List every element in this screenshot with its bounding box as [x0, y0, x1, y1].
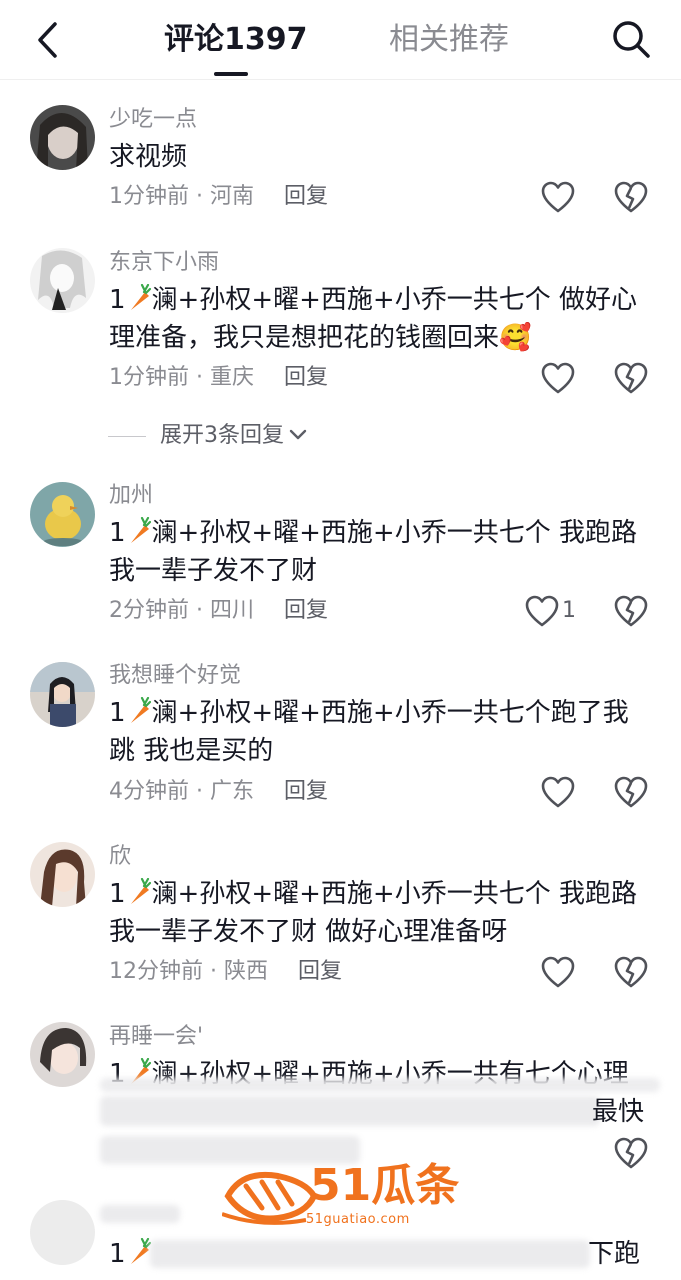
- comment-location: 重庆: [209, 365, 254, 390]
- text-prefix: 1: [109, 698, 126, 728]
- blurred-region: [100, 1205, 180, 1223]
- carrot-emoji-icon: [130, 517, 151, 543]
- heart-icon[interactable]: [540, 181, 576, 215]
- avatar[interactable]: [30, 842, 95, 907]
- avatar[interactable]: [30, 662, 95, 727]
- comment-username[interactable]: 少吃一点: [109, 106, 197, 134]
- broken-heart-icon[interactable]: [613, 181, 649, 215]
- text-prefix: 1: [109, 518, 126, 548]
- blurred-region: [150, 1240, 590, 1268]
- comment-time: 12分钟前: [109, 959, 203, 984]
- heart-icon[interactable]: [524, 595, 560, 629]
- comment-location: 陕西: [223, 959, 268, 984]
- avatar[interactable]: [30, 1022, 95, 1087]
- text-body: 澜+孙权+曜+西施+小乔一共七个 我跑路我一辈子发不了财 做好心理准备呀: [109, 879, 637, 947]
- broken-heart-icon[interactable]: [613, 1137, 649, 1171]
- comment-meta: 2分钟前 · 四川 回复: [109, 596, 328, 626]
- text-prefix: 1: [109, 1239, 126, 1269]
- meta-separator: ·: [189, 779, 210, 804]
- expand-replies-label: 展开3条回复: [160, 423, 284, 448]
- comment-time: 1分钟前: [109, 365, 189, 390]
- reply-button[interactable]: 回复: [284, 365, 328, 390]
- comment-text-tail: 最快: [592, 1097, 645, 1127]
- carrot-emoji-icon: [130, 878, 151, 904]
- reply-button[interactable]: 回复: [298, 959, 342, 984]
- text-prefix: 1: [109, 285, 126, 315]
- comment-text: 1 澜+孙权+曜+西施+小乔一共七个跑了我跳 我也是买的: [109, 694, 649, 770]
- comment-text: 1 澜+孙权+曜+西施+小乔一共七个 做好心理准备，我只是想把花的钱圈回来🥰: [109, 281, 649, 357]
- reply-button[interactable]: 回复: [284, 184, 328, 209]
- tab-related[interactable]: 相关推荐: [389, 20, 509, 60]
- comment-username[interactable]: 我想睡个好觉: [109, 662, 241, 690]
- broken-heart-icon[interactable]: [613, 362, 649, 396]
- expand-divider: [108, 435, 146, 437]
- text-prefix: 1: [109, 879, 126, 909]
- watermark-brand: 51瓜条: [310, 1160, 460, 1211]
- comment-location: 四川: [209, 598, 254, 623]
- tab-comments[interactable]: 评论1397: [164, 20, 308, 60]
- avatar[interactable]: [30, 105, 95, 170]
- comment-time: 2分钟前: [109, 598, 189, 623]
- text-body: 澜+孙权+曜+西施+小乔一共七个跑了我跳 我也是买的: [109, 698, 629, 766]
- hug-emoji-icon: 🥰: [499, 323, 532, 353]
- comment-text: 1 澜+孙权+曜+西施+小乔一共七个 我跑路我一辈子发不了财 做好心理准备呀: [109, 875, 649, 951]
- blurred-region: [100, 1096, 600, 1126]
- comment-username[interactable]: 欣: [109, 843, 131, 871]
- watermark-url: 51guatiao.com: [306, 1212, 410, 1227]
- chevron-down-icon: [289, 429, 307, 440]
- comment-time: 1分钟前: [109, 184, 189, 209]
- comment-text: 1 澜+孙权+曜+西施+小乔一共七个 我跑路我一辈子发不了财: [109, 514, 649, 590]
- search-icon[interactable]: [608, 16, 654, 62]
- comment-meta: 1分钟前 · 河南 回复: [109, 182, 328, 212]
- heart-icon[interactable]: [540, 776, 576, 810]
- like-count: 1: [562, 598, 576, 623]
- broken-heart-icon[interactable]: [613, 595, 649, 629]
- comment-location: 广东: [209, 779, 254, 804]
- text-body: 澜+孙权+曜+西施+小乔一共七个 我跑路我一辈子发不了财: [109, 518, 637, 586]
- avatar[interactable]: [30, 248, 95, 313]
- carrot-emoji-icon: [130, 284, 151, 310]
- carrot-emoji-icon: [130, 697, 151, 723]
- carrot-emoji-icon: [130, 1238, 151, 1264]
- broken-heart-icon[interactable]: [613, 956, 649, 990]
- comment-username[interactable]: 加州: [109, 482, 153, 510]
- text-body: 澜+孙权+曜+西施+小乔一共七个 做好心理准备，我只是想把花的钱圈回来: [109, 285, 637, 353]
- heart-icon[interactable]: [540, 956, 576, 990]
- meta-separator: ·: [189, 598, 210, 623]
- comment-meta: 4分钟前 · 广东 回复: [109, 777, 328, 807]
- reply-button[interactable]: 回复: [284, 779, 328, 804]
- comment-username[interactable]: 再睡一会': [109, 1023, 203, 1051]
- comment-meta: 12分钟前 · 陕西 回复: [109, 957, 342, 987]
- active-tab-indicator: [214, 72, 248, 76]
- comment-location: 河南: [209, 184, 254, 209]
- meta-separator: ·: [203, 959, 224, 984]
- avatar[interactable]: [30, 1200, 95, 1265]
- expand-replies-button[interactable]: 展开3条回复: [108, 421, 308, 451]
- back-arrow-icon[interactable]: [28, 18, 72, 62]
- avatar[interactable]: [30, 482, 95, 547]
- heart-icon[interactable]: [540, 362, 576, 396]
- comment-time: 4分钟前: [109, 779, 189, 804]
- comment-text-tail: 下跑: [588, 1239, 641, 1269]
- meta-separator: ·: [189, 365, 210, 390]
- broken-heart-icon[interactable]: [613, 776, 649, 810]
- comment-username[interactable]: 东京下小雨: [109, 249, 219, 277]
- comment-meta: 1分钟前 · 重庆 回复: [109, 363, 328, 393]
- comments-header: 评论1397 相关推荐: [0, 0, 681, 80]
- meta-separator: ·: [189, 184, 210, 209]
- comment-text: 求视频: [109, 142, 188, 172]
- reply-button[interactable]: 回复: [284, 598, 328, 623]
- blurred-region: [100, 1078, 660, 1092]
